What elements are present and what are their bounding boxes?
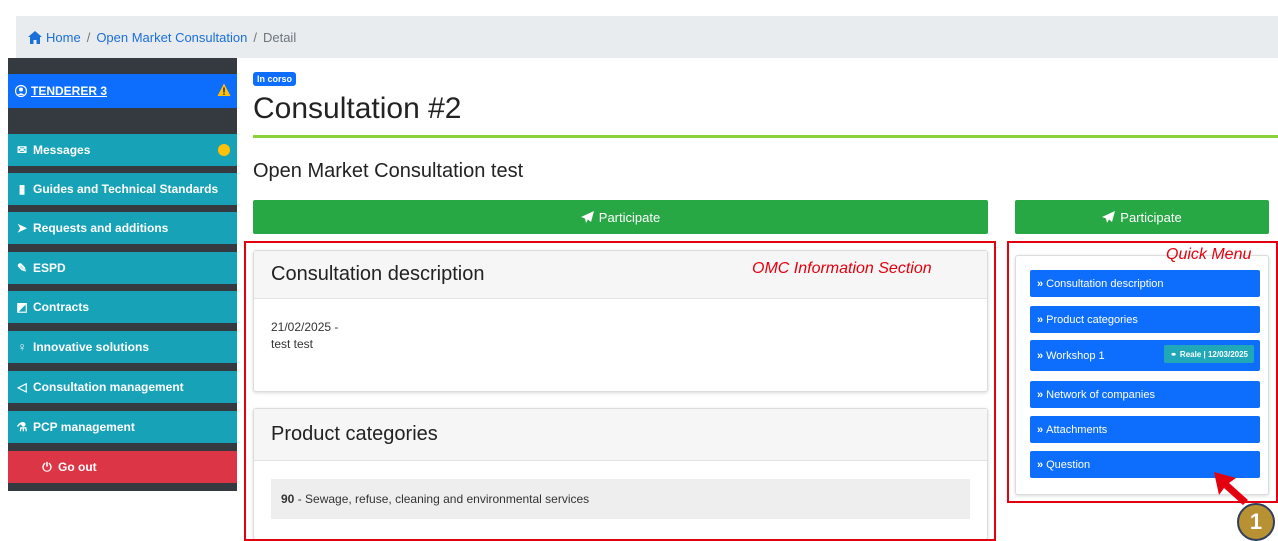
breadcrumb-omc-link[interactable]: Open Market Consultation <box>96 30 247 45</box>
arrow-pointer-icon <box>1214 472 1248 505</box>
flask-icon: ⚗ <box>16 420 28 434</box>
user-circle-icon <box>15 85 27 97</box>
participate-label: Participate <box>598 209 661 225</box>
breadcrumb-home-link[interactable]: Home <box>46 30 81 45</box>
sidebar-user[interactable]: TENDERER 3 <box>8 74 237 108</box>
breadcrumb-bar: Home / Open Market Consultation / Detail <box>0 0 1278 58</box>
home-icon <box>28 30 42 44</box>
sidebar-item-label: Guides and Technical Standards <box>33 182 219 196</box>
participate-label: Participate <box>1120 209 1182 225</box>
sidebar-item-messages[interactable]: ✉ Messages <box>8 134 237 166</box>
paper-plane-icon: ➤ <box>16 221 28 235</box>
warning-icon <box>217 83 231 96</box>
sidebar-item-label: Consultation management <box>33 380 184 394</box>
participate-button-main[interactable]: Participate <box>253 200 988 234</box>
megaphone-icon: ◁ <box>17 380 27 394</box>
sidebar-item-consultation-management[interactable]: ◁ Consultation management <box>8 371 237 403</box>
page-title: Consultation #2 <box>253 92 462 125</box>
sidebar-item-requests[interactable]: ➤ Requests and additions <box>8 212 237 244</box>
sidebar-item-label: Contracts <box>33 300 90 314</box>
breadcrumb-current: Detail <box>262 29 297 45</box>
contract-icon: ◩ <box>16 300 28 314</box>
sidebar-item-label: PCP management <box>33 420 135 434</box>
power-icon: ⏻ <box>42 459 52 474</box>
title-underline <box>253 135 1278 138</box>
status-badge: In corso <box>253 72 297 86</box>
breadcrumb-separator: / <box>253 29 257 45</box>
info-section-highlight <box>244 241 996 541</box>
notification-dot <box>218 144 230 156</box>
sidebar: TENDERER 3 ✉ Messages ▮ Guides and Techn… <box>8 58 237 491</box>
sidebar-item-label: Requests and additions <box>33 221 169 235</box>
sidebar-item-espd[interactable]: ✎ ESPD <box>8 252 237 284</box>
go-out-label: Go out <box>58 460 97 474</box>
sidebar-item-guides[interactable]: ▮ Guides and Technical Standards <box>8 173 237 205</box>
user-name: TENDERER 3 <box>31 84 108 98</box>
paper-plane-icon <box>580 211 594 223</box>
sidebar-item-label: Innovative solutions <box>33 340 150 354</box>
paper-plane-icon <box>1102 211 1116 223</box>
edit-icon: ✎ <box>16 261 28 275</box>
file-icon: ▮ <box>18 182 26 196</box>
sidebar-item-pcp-management[interactable]: ⚗ PCP management <box>8 411 237 443</box>
sidebar-item-label: ESPD <box>33 261 66 275</box>
step-number-badge: 1 <box>1237 503 1275 541</box>
go-out-button[interactable]: ⏻ Go out <box>8 451 237 483</box>
sidebar-item-innovative[interactable]: ♀ Innovative solutions <box>8 331 237 363</box>
info-section-annotation: OMC Information Section <box>752 260 932 277</box>
quick-menu-highlight <box>1007 241 1278 503</box>
sidebar-item-label: Messages <box>33 143 91 157</box>
participate-button-side[interactable]: Participate <box>1015 200 1269 234</box>
sidebar-item-contracts[interactable]: ◩ Contracts <box>8 291 237 323</box>
breadcrumb: Home / Open Market Consultation / Detail <box>16 16 1278 58</box>
quick-menu-annotation: Quick Menu <box>1166 246 1252 263</box>
lightbulb-icon: ♀ <box>17 340 27 354</box>
page-subtitle: Open Market Consultation test <box>253 160 524 182</box>
breadcrumb-separator: / <box>86 29 91 45</box>
envelope-icon: ✉ <box>16 143 28 157</box>
